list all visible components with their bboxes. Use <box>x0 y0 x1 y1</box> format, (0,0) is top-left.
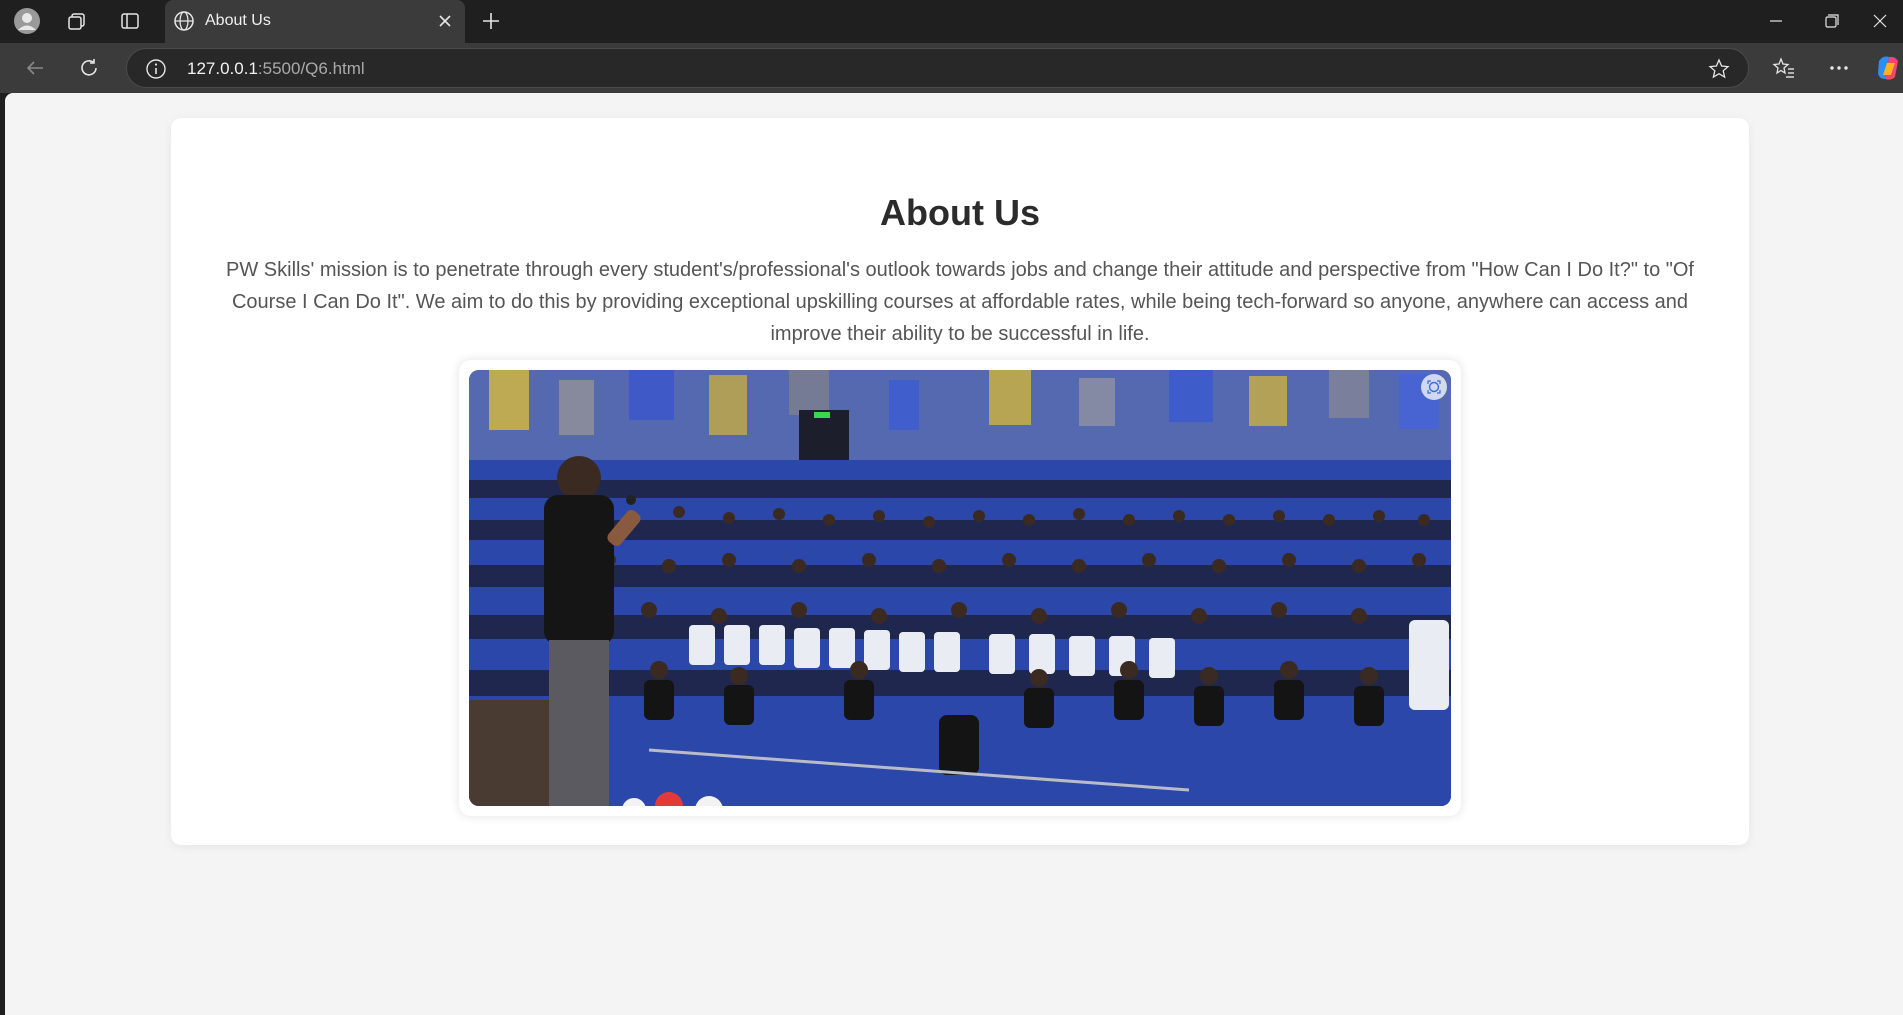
address-bar[interactable]: 127.0.0.1:5500/Q6.html <box>126 48 1749 88</box>
page-viewport: About Us PW Skills' mission is to penetr… <box>5 93 1903 1015</box>
copilot-icon[interactable] <box>1873 53 1903 83</box>
page-title: About Us <box>880 192 1040 233</box>
refresh-icon[interactable] <box>74 53 104 83</box>
minimize-icon[interactable] <box>1753 6 1799 36</box>
browser-titlebar: About Us <box>0 0 1903 43</box>
url-path: :5500/Q6.html <box>257 59 365 78</box>
auditorium-photo <box>469 370 1451 806</box>
more-options-icon[interactable] <box>1824 53 1854 83</box>
workspaces-icon[interactable] <box>62 6 92 36</box>
profile-avatar-icon[interactable] <box>12 6 42 36</box>
close-tab-icon[interactable] <box>435 11 455 31</box>
tab-title: About Us <box>205 12 271 29</box>
photo-frame <box>459 360 1461 816</box>
url-host: 127.0.0.1 <box>187 59 258 78</box>
favorite-star-icon[interactable] <box>1708 58 1730 80</box>
close-window-icon[interactable] <box>1857 6 1903 36</box>
restore-icon[interactable] <box>1809 6 1855 36</box>
mission-paragraph: PW Skills' mission is to penetrate throu… <box>226 259 1694 345</box>
tab-about-us[interactable]: About Us <box>165 0 465 43</box>
about-card: About Us PW Skills' mission is to penetr… <box>171 118 1749 845</box>
tab-actions-icon[interactable] <box>115 6 145 36</box>
browser-toolbar: 127.0.0.1:5500/Q6.html <box>0 43 1903 93</box>
back-arrow-icon[interactable] <box>20 53 50 83</box>
favorites-list-icon[interactable] <box>1769 53 1799 83</box>
site-info-icon[interactable] <box>145 58 167 80</box>
url-text: 127.0.0.1:5500/Q6.html <box>187 59 365 79</box>
visual-search-icon[interactable] <box>1421 374 1447 400</box>
globe-icon <box>173 10 195 32</box>
new-tab-icon[interactable] <box>476 6 506 36</box>
